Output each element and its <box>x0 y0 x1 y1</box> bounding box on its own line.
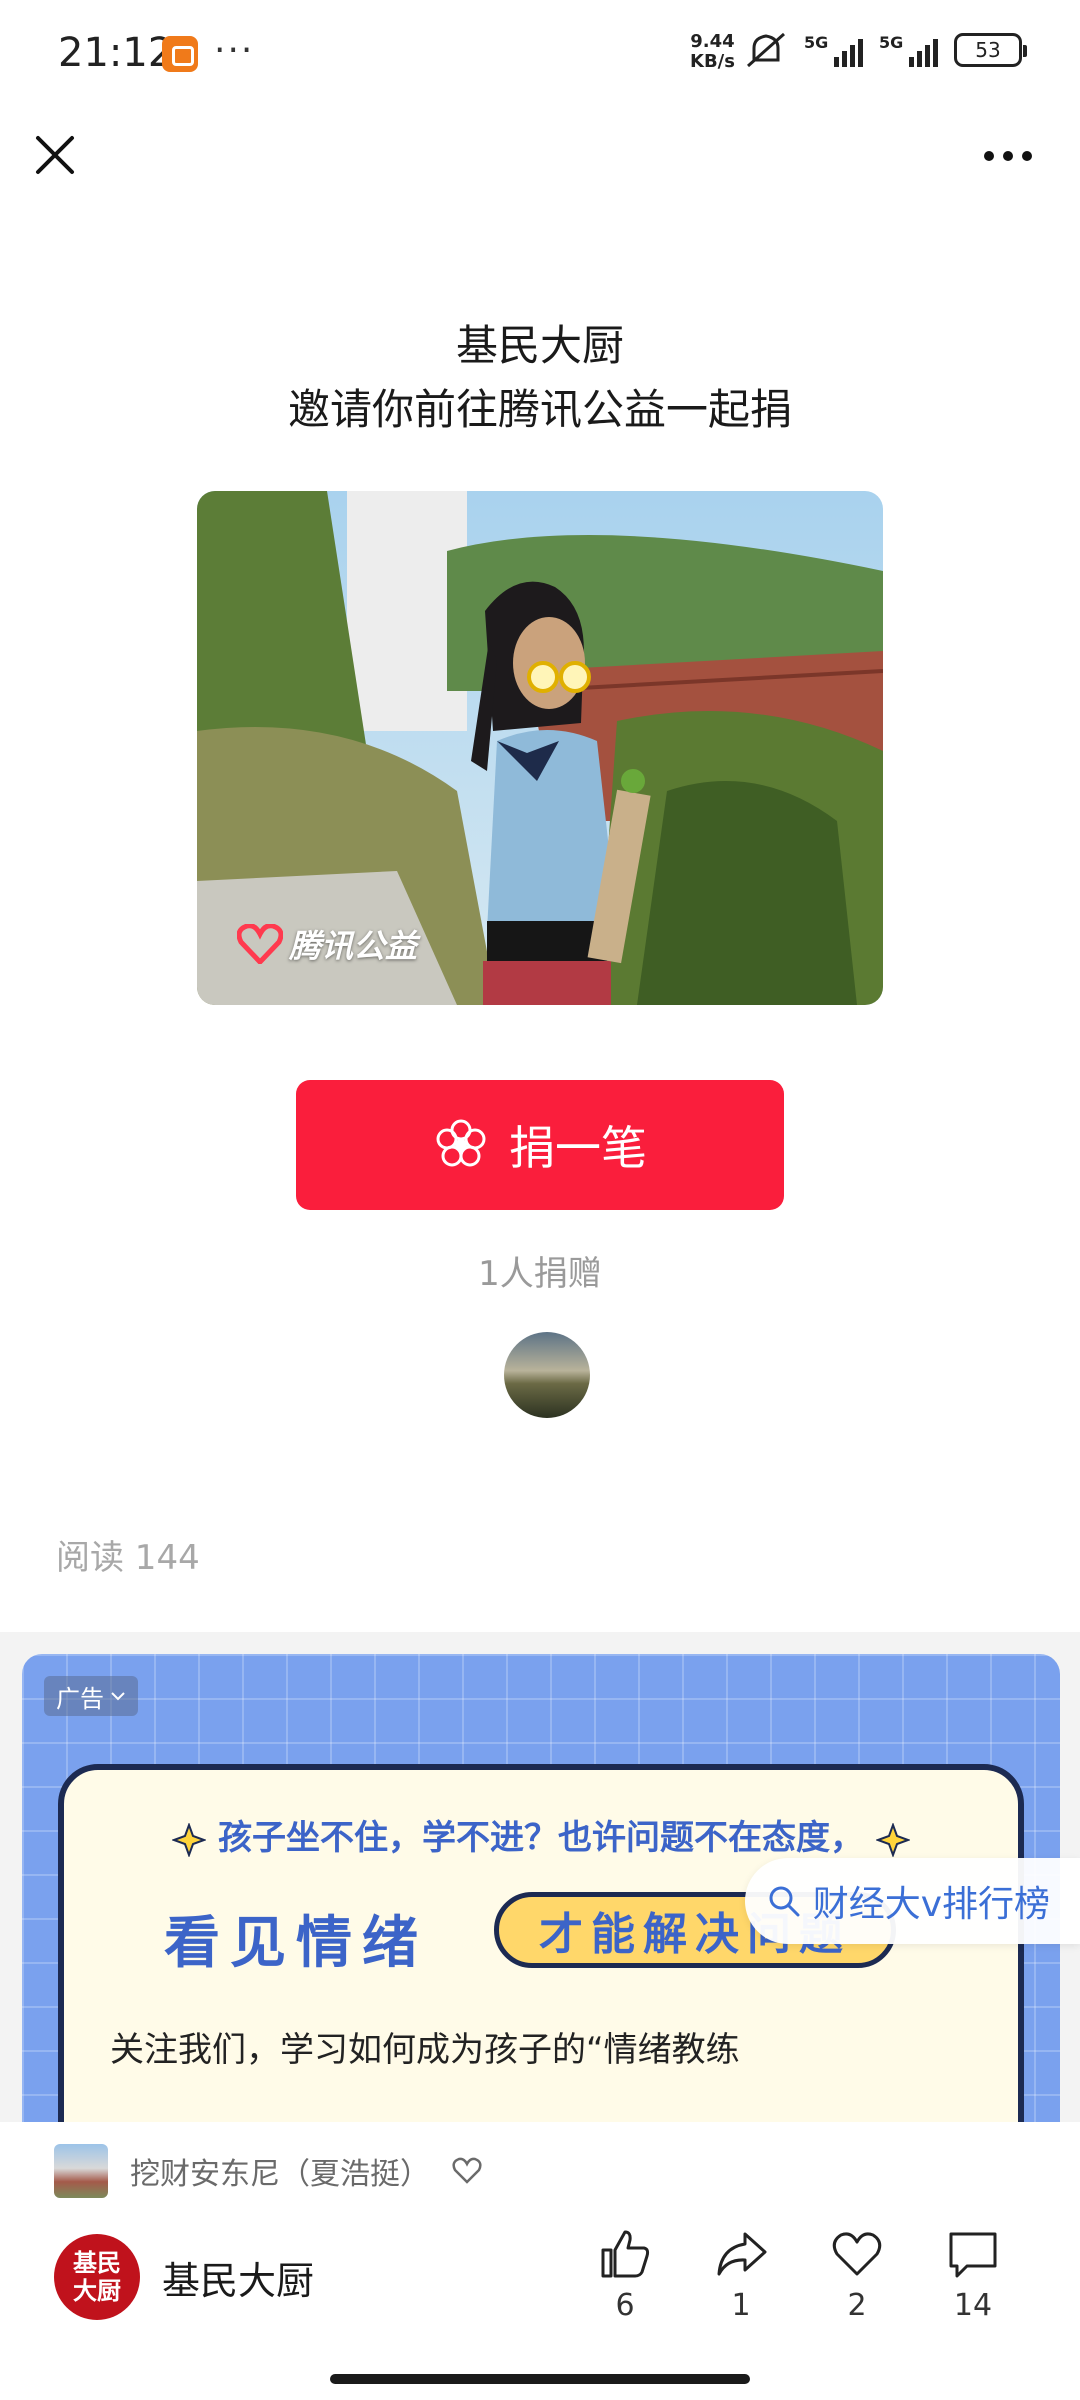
ad-subtitle: 关注我们，学习如何成为孩子的“情绪教练 <box>110 2030 740 2070</box>
chevron-down-icon <box>111 1692 125 1701</box>
signal-2-icon: 5G <box>879 33 938 67</box>
topic-row[interactable]: 挖财安东尼（夏浩挺） <box>54 2144 482 2198</box>
mute-icon <box>747 32 785 68</box>
donor-avatar[interactable] <box>504 1332 590 1418</box>
network-speed-unit: KB/s <box>690 51 735 72</box>
status-time: 21:12 <box>58 30 174 76</box>
ad-tag[interactable]: 广告 <box>44 1676 138 1716</box>
search-chip-label: 财经大v排行榜 <box>812 1884 1050 1925</box>
charity-project-image[interactable]: 腾讯公益 <box>197 491 883 1005</box>
tencent-charity-badge: 腾讯公益 <box>237 921 417 967</box>
author-name[interactable]: 基民大厨 <box>162 2250 314 2305</box>
status-icons: 5G 5G 53 <box>744 30 1027 70</box>
donate-button-label: 捐一笔 <box>509 1121 647 1175</box>
heart-outline-icon[interactable] <box>452 2157 482 2185</box>
heart-icon <box>832 2232 882 2276</box>
more-dot <box>1003 151 1013 161</box>
topic-thumbnail <box>54 2144 108 2198</box>
sparkle-icon <box>875 1822 910 1857</box>
comment-count: 14 <box>953 2288 993 2323</box>
share-arrow-icon <box>717 2232 767 2276</box>
heart-logo-icon <box>237 924 283 964</box>
more-notifications-icon: ··· <box>214 30 255 71</box>
invite-message: 邀请你前往腾讯公益一起捐 <box>287 385 792 434</box>
home-indicator[interactable] <box>330 2374 750 2384</box>
share-button[interactable]: 1 <box>696 2226 786 2323</box>
inviter-name: 基民大厨 <box>455 321 624 370</box>
network-speed: 9.44 KB/s <box>690 32 735 72</box>
ad-tag-label: 广告 <box>56 1684 104 1713</box>
flower-icon <box>436 1119 486 1167</box>
search-icon <box>769 1886 800 1917</box>
author-avatar-text: 基民大厨 <box>73 2249 121 2305</box>
bottom-panel: 挖财安东尼（夏浩挺） 基民大厨 基民大厨 6 1 2 14 <box>0 2122 1080 2400</box>
ad-title: 看见情绪 <box>164 1911 428 1976</box>
page: 21:12 ··· 9.44 KB/s 5G 5G 53 基民大厨 邀请你前往腾… <box>0 0 1080 2400</box>
comment-icon <box>949 2232 997 2278</box>
like-button[interactable]: 6 <box>580 2226 670 2323</box>
favorite-count: 2 <box>847 2288 867 2323</box>
more-options-button[interactable] <box>984 138 1044 174</box>
read-count: 阅读 144 <box>56 1538 200 1578</box>
battery-icon: 53 <box>954 33 1027 67</box>
topic-name: 挖财安东尼（夏浩挺） <box>130 2157 430 2192</box>
network-speed-value: 9.44 <box>690 31 735 52</box>
brand-label: 腾讯公益 <box>289 927 418 965</box>
thumbs-up-icon <box>601 2230 650 2278</box>
battery-level: 53 <box>975 38 1001 62</box>
app-notification-icon <box>162 36 198 72</box>
status-bar: 21:12 ··· 9.44 KB/s 5G 5G 53 <box>0 0 1080 110</box>
signal-2-label: 5G <box>879 33 904 52</box>
ad-headline: 孩子坐不住，学不进？也许问题不在态度， <box>218 1818 864 1858</box>
like-count: 6 <box>615 2288 635 2323</box>
signal-1-label: 5G <box>804 33 829 52</box>
favorite-button[interactable]: 2 <box>812 2226 902 2323</box>
more-dot <box>1022 151 1032 161</box>
close-icon <box>36 136 74 174</box>
signal-1-icon: 5G <box>804 33 863 67</box>
donate-button[interactable]: 捐一笔 <box>296 1080 784 1210</box>
search-chip[interactable]: 财经大v排行榜 <box>744 1858 1080 1944</box>
share-count: 1 <box>731 2288 751 2323</box>
close-button[interactable] <box>30 130 80 180</box>
comment-button[interactable]: 14 <box>928 2226 1018 2323</box>
author-avatar[interactable]: 基民大厨 <box>54 2234 140 2320</box>
more-dot <box>984 151 994 161</box>
sparkle-icon <box>172 1822 207 1857</box>
ad-headline-row: 孩子坐不住，学不进？也许问题不在态度， <box>64 1810 1018 1859</box>
donor-count: 1人捐赠 <box>478 1254 602 1294</box>
